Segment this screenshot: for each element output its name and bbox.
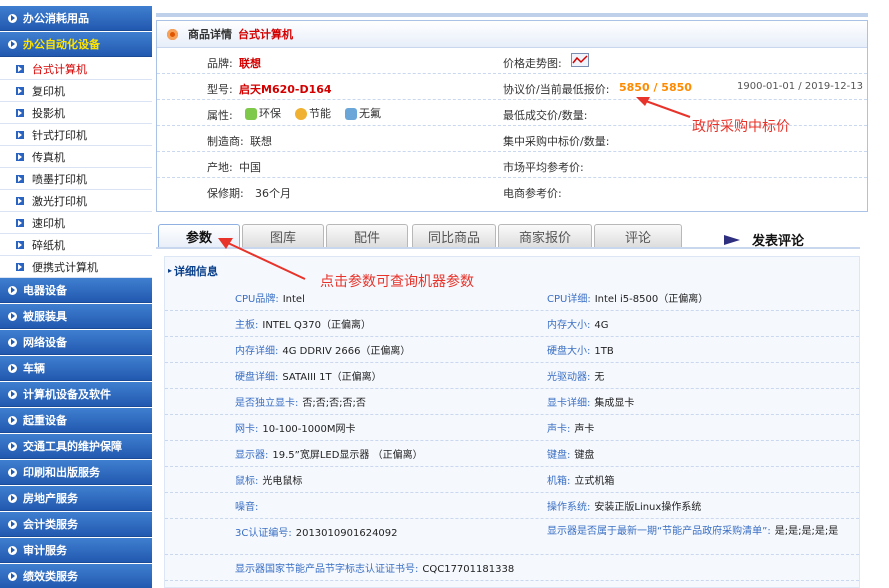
params-annotation: 点击参数可查询机器参数 (320, 274, 474, 290)
params-arrow-line (227, 242, 306, 280)
price-arrow-line (642, 99, 691, 118)
annotation-arrows (218, 97, 691, 280)
price-annotation: 政府采购中标价 (692, 119, 790, 135)
